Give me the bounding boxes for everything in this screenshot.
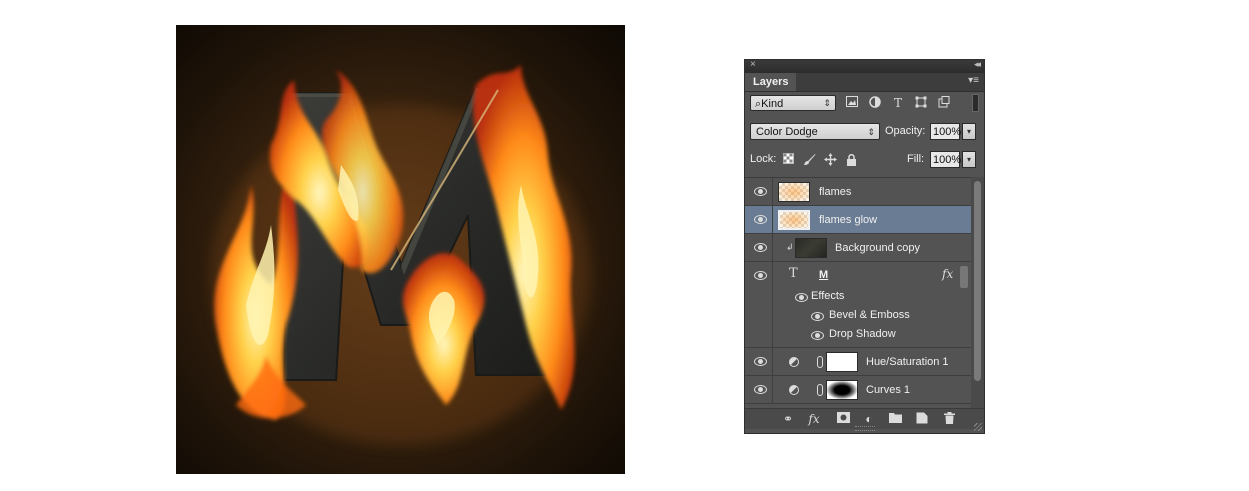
layer-name: Curves 1	[866, 384, 911, 396]
layer-row-curves[interactable]: Curves 1	[745, 376, 971, 404]
layer-name: M	[819, 269, 829, 281]
blend-mode-value: Color Dodge	[756, 126, 818, 138]
layers-list: flames flames glow ↲ Background copy T M…	[745, 177, 971, 409]
eye-icon[interactable]	[754, 357, 767, 366]
visibility-column	[745, 262, 773, 347]
filter-kind-label: Kind	[761, 98, 784, 110]
clipping-mask-arrow-icon: ↲	[786, 242, 794, 252]
panel-menu-icon[interactable]: ▾≡	[968, 75, 979, 86]
effect-drop-shadow[interactable]: Drop Shadow	[829, 328, 896, 340]
layer-mask-thumbnail	[826, 380, 858, 400]
layer-row-background-copy[interactable]: ↲ Background copy	[745, 234, 971, 262]
visibility-column	[745, 206, 773, 233]
effects-toggle-icon[interactable]	[960, 266, 968, 288]
eye-icon[interactable]	[795, 293, 808, 302]
scrollbar-thumb[interactable]	[974, 181, 981, 381]
lock-all-padlock-icon[interactable]	[845, 153, 858, 166]
fill-dropdown-button[interactable]: ▾	[962, 151, 976, 168]
canvas-artwork	[176, 25, 625, 474]
layer-thumbnail	[778, 182, 810, 202]
layer-row-hue-saturation[interactable]: Hue/Saturation 1	[745, 348, 971, 376]
fill-field[interactable]: 100%	[930, 151, 961, 168]
smart-object-filter-icon[interactable]	[937, 96, 951, 110]
filter-row: ⌕Kind ⇕ T	[750, 94, 980, 114]
new-layer-icon[interactable]	[915, 412, 929, 426]
link-chain-icon[interactable]	[817, 356, 823, 368]
select-arrows-icon: ⇕	[867, 127, 875, 137]
layer-thumbnail	[778, 210, 810, 230]
eye-icon[interactable]	[754, 243, 767, 252]
visibility-column	[745, 376, 773, 403]
layers-panel: × ◂◂ Layers ▾≡ ⌕Kind ⇕ T Color Dodge ⇕ O…	[744, 59, 985, 434]
adjustment-filter-icon[interactable]	[868, 96, 882, 110]
visibility-column	[745, 348, 773, 375]
fill-label: Fill:	[907, 153, 925, 165]
blend-row: Color Dodge ⇕ Opacity: 100% ▾	[750, 123, 980, 143]
opacity-label: Opacity:	[885, 125, 926, 137]
panel-tab-row: Layers ▾≡	[745, 73, 984, 92]
close-icon[interactable]: ×	[750, 59, 756, 70]
filter-toggle-switch[interactable]	[972, 94, 979, 112]
layer-name: flames glow	[819, 214, 878, 226]
shape-filter-icon[interactable]	[914, 96, 928, 110]
lock-label: Lock:	[750, 153, 777, 165]
panel-titlebar: × ◂◂	[745, 59, 984, 73]
link-layers-icon[interactable]: ⚭	[781, 412, 795, 426]
layer-row-flames[interactable]: flames	[745, 178, 971, 206]
filter-kind-select[interactable]: ⌕Kind ⇕	[750, 95, 836, 111]
delete-layer-trash-icon[interactable]	[942, 412, 956, 426]
effect-bevel-emboss[interactable]: Bevel & Emboss	[829, 309, 910, 321]
visibility-column	[745, 234, 773, 261]
type-filter-icon[interactable]: T	[891, 96, 905, 110]
layers-scrollbar[interactable]	[971, 177, 984, 408]
add-layer-style-fx-icon[interactable]: fx	[807, 412, 821, 426]
link-chain-icon[interactable]	[817, 384, 823, 396]
lock-image-pixels-brush-icon[interactable]	[803, 153, 816, 166]
eye-icon[interactable]	[754, 271, 767, 280]
layer-name: Hue/Saturation 1	[866, 356, 949, 368]
new-fill-adjustment-layer-icon[interactable]: ◐	[862, 412, 876, 426]
visibility-column	[745, 178, 773, 205]
opacity-field[interactable]: 100%	[930, 123, 961, 140]
eye-icon[interactable]	[811, 331, 824, 340]
collapse-icon[interactable]: ◂◂	[974, 59, 981, 70]
lock-transparent-pixels-icon[interactable]	[782, 153, 795, 166]
image-filter-icon[interactable]	[845, 96, 859, 110]
layer-row-m-text[interactable]: T M fx Effects Bevel & Emboss Drop Shado…	[745, 262, 971, 348]
adjustment-layer-icon	[789, 385, 799, 395]
new-group-folder-icon[interactable]	[888, 412, 902, 426]
layer-name: flames	[819, 186, 852, 198]
eye-icon[interactable]	[811, 312, 824, 321]
effects-label: Effects	[811, 290, 845, 302]
lock-row: Lock: Fill: 100% ▾	[750, 151, 980, 171]
adjustment-layer-icon	[789, 357, 799, 367]
layer-row-flames-glow[interactable]: flames glow	[745, 206, 971, 234]
layer-name: Background copy	[835, 242, 920, 254]
resize-corner-icon[interactable]	[974, 423, 982, 431]
panel-resize-grip[interactable]	[855, 426, 875, 431]
select-arrows-icon: ⇕	[823, 98, 831, 108]
lock-position-move-icon[interactable]	[824, 153, 837, 166]
layer-thumbnail	[795, 238, 827, 258]
blend-mode-select[interactable]: Color Dodge ⇕	[750, 123, 880, 140]
add-mask-icon[interactable]	[836, 412, 850, 426]
flaming-letter-m-image	[211, 65, 591, 445]
type-layer-icon: T	[789, 266, 798, 281]
eye-icon[interactable]	[754, 187, 767, 196]
eye-icon[interactable]	[754, 215, 767, 224]
layer-mask-thumbnail	[826, 352, 858, 372]
opacity-dropdown-button[interactable]: ▾	[962, 123, 976, 140]
fx-icon[interactable]: fx	[942, 267, 953, 281]
tab-layers[interactable]: Layers	[745, 73, 797, 91]
eye-icon[interactable]	[754, 385, 767, 394]
